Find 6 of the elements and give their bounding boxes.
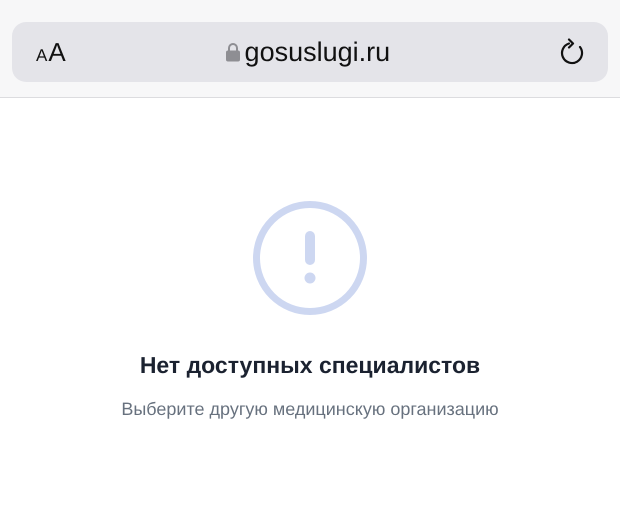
exclamation-icon xyxy=(252,200,368,316)
message-title: Нет доступных специалистов xyxy=(140,352,480,379)
message-subtitle: Выберите другую медицинскую организацию xyxy=(121,399,499,420)
url-text[interactable]: gosuslugi.ru xyxy=(244,36,390,68)
reload-icon[interactable] xyxy=(560,38,586,66)
text-size-button[interactable]: AA xyxy=(36,36,66,68)
